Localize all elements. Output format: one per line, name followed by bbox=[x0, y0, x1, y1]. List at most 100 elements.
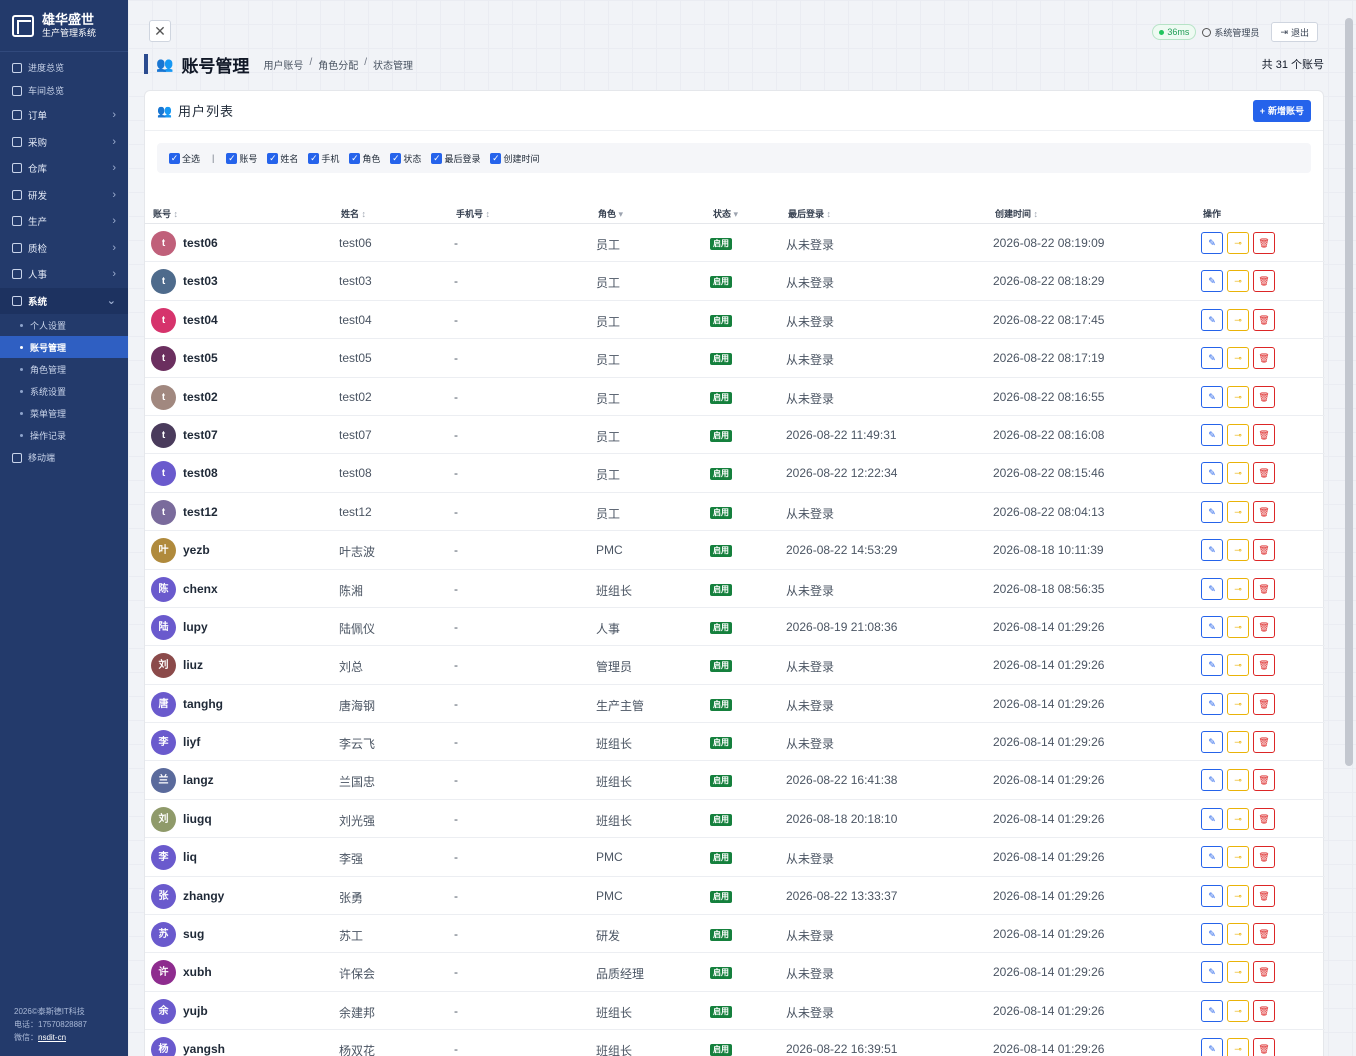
edit-button[interactable]: ✎ bbox=[1201, 692, 1223, 715]
column-checkbox[interactable]: ✓ 手机 bbox=[308, 152, 339, 165]
reset-password-button[interactable]: ⊸ bbox=[1227, 270, 1249, 293]
edit-button[interactable]: ✎ bbox=[1201, 846, 1223, 869]
current-user[interactable]: 系统管理员 bbox=[1202, 26, 1259, 39]
column-header[interactable]: 创建时间 ↕ bbox=[995, 207, 1038, 220]
edit-button[interactable]: ✎ bbox=[1201, 539, 1223, 562]
delete-button[interactable]: 🗑 bbox=[1253, 500, 1275, 523]
edit-button[interactable]: ✎ bbox=[1201, 462, 1223, 485]
edit-button[interactable]: ✎ bbox=[1201, 731, 1223, 754]
delete-button[interactable]: 🗑 bbox=[1253, 731, 1275, 754]
reset-password-button[interactable]: ⊸ bbox=[1227, 807, 1249, 830]
reset-password-button[interactable]: ⊸ bbox=[1227, 654, 1249, 677]
reset-password-button[interactable]: ⊸ bbox=[1227, 923, 1249, 946]
select-all-checkbox[interactable]: ✓ 全选 bbox=[169, 152, 200, 165]
delete-button[interactable]: 🗑 bbox=[1253, 615, 1275, 638]
sidebar-subitem-accounts[interactable]: 账号管理 bbox=[0, 336, 128, 358]
sidebar-item-qc[interactable]: 质检 › bbox=[0, 235, 128, 262]
column-checkbox[interactable]: ✓ 创建时间 bbox=[490, 152, 539, 165]
sidebar-item-hr[interactable]: 人事 › bbox=[0, 261, 128, 288]
wechat-link[interactable]: nsdit-cn bbox=[38, 1033, 66, 1042]
delete-button[interactable]: 🗑 bbox=[1253, 961, 1275, 984]
reset-password-button[interactable]: ⊸ bbox=[1227, 999, 1249, 1022]
sidebar-item-rnd[interactable]: 研发 › bbox=[0, 182, 128, 209]
column-checkbox[interactable]: ✓ 账号 bbox=[226, 152, 257, 165]
reset-password-button[interactable]: ⊸ bbox=[1227, 961, 1249, 984]
reset-password-button[interactable]: ⊸ bbox=[1227, 1038, 1249, 1056]
delete-button[interactable]: 🗑 bbox=[1253, 347, 1275, 370]
edit-button[interactable]: ✎ bbox=[1201, 1038, 1223, 1056]
reset-password-button[interactable]: ⊸ bbox=[1227, 884, 1249, 907]
delete-button[interactable]: 🗑 bbox=[1253, 769, 1275, 792]
reset-password-button[interactable]: ⊸ bbox=[1227, 731, 1249, 754]
delete-button[interactable]: 🗑 bbox=[1253, 462, 1275, 485]
delete-button[interactable]: 🗑 bbox=[1253, 577, 1275, 600]
sidebar-item-progress[interactable]: 进度总览 bbox=[0, 56, 128, 79]
delete-button[interactable]: 🗑 bbox=[1253, 923, 1275, 946]
column-checkbox[interactable]: ✓ 最后登录 bbox=[431, 152, 480, 165]
reset-password-button[interactable]: ⊸ bbox=[1227, 539, 1249, 562]
breadcrumb-item[interactable]: 状态管理 bbox=[373, 57, 413, 72]
close-button[interactable]: ✕ bbox=[149, 20, 171, 42]
edit-button[interactable]: ✎ bbox=[1201, 577, 1223, 600]
reset-password-button[interactable]: ⊸ bbox=[1227, 692, 1249, 715]
delete-button[interactable]: 🗑 bbox=[1253, 539, 1275, 562]
delete-button[interactable]: 🗑 bbox=[1253, 423, 1275, 446]
column-header[interactable]: 账号 ↕ bbox=[153, 207, 178, 220]
delete-button[interactable]: 🗑 bbox=[1253, 270, 1275, 293]
edit-button[interactable]: ✎ bbox=[1201, 654, 1223, 677]
reset-password-button[interactable]: ⊸ bbox=[1227, 232, 1249, 254]
breadcrumb-item[interactable]: 用户账号 bbox=[263, 57, 303, 72]
edit-button[interactable]: ✎ bbox=[1201, 961, 1223, 984]
delete-button[interactable]: 🗑 bbox=[1253, 692, 1275, 715]
column-header[interactable]: 角色 ▾ bbox=[598, 207, 623, 220]
reset-password-button[interactable]: ⊸ bbox=[1227, 347, 1249, 370]
delete-button[interactable]: 🗑 bbox=[1253, 846, 1275, 869]
edit-button[interactable]: ✎ bbox=[1201, 423, 1223, 446]
column-header[interactable]: 姓名 ↕ bbox=[341, 207, 366, 220]
add-account-button[interactable]: + 新增账号 bbox=[1252, 99, 1311, 122]
column-header[interactable]: 状态 ▾ bbox=[713, 207, 738, 220]
edit-button[interactable]: ✎ bbox=[1201, 347, 1223, 370]
edit-button[interactable]: ✎ bbox=[1201, 999, 1223, 1022]
delete-button[interactable]: 🗑 bbox=[1253, 385, 1275, 408]
delete-button[interactable]: 🗑 bbox=[1253, 308, 1275, 331]
delete-button[interactable]: 🗑 bbox=[1253, 884, 1275, 907]
reset-password-button[interactable]: ⊸ bbox=[1227, 385, 1249, 408]
column-checkbox[interactable]: ✓ 角色 bbox=[349, 152, 380, 165]
reset-password-button[interactable]: ⊸ bbox=[1227, 615, 1249, 638]
reset-password-button[interactable]: ⊸ bbox=[1227, 308, 1249, 331]
sidebar-subitem-settings[interactable]: 系统设置 bbox=[0, 380, 128, 402]
reset-password-button[interactable]: ⊸ bbox=[1227, 577, 1249, 600]
edit-button[interactable]: ✎ bbox=[1201, 807, 1223, 830]
reset-password-button[interactable]: ⊸ bbox=[1227, 500, 1249, 523]
edit-button[interactable]: ✎ bbox=[1201, 769, 1223, 792]
sidebar-item-orders[interactable]: 订单 › bbox=[0, 102, 128, 129]
scrollbar[interactable] bbox=[1345, 18, 1353, 766]
delete-button[interactable]: 🗑 bbox=[1253, 654, 1275, 677]
sidebar-subitem-roles[interactable]: 角色管理 bbox=[0, 358, 128, 380]
column-header[interactable]: 最后登录 ↕ bbox=[788, 207, 831, 220]
edit-button[interactable]: ✎ bbox=[1201, 385, 1223, 408]
logout-button[interactable]: ⇥ 退出 bbox=[1271, 22, 1318, 42]
sidebar-subitem-menus[interactable]: 菜单管理 bbox=[0, 402, 128, 424]
sidebar-subitem-logs[interactable]: 操作记录 bbox=[0, 424, 128, 446]
sidebar-subitem-profile[interactable]: 个人设置 bbox=[0, 314, 128, 336]
delete-button[interactable]: 🗑 bbox=[1253, 807, 1275, 830]
delete-button[interactable]: 🗑 bbox=[1253, 232, 1275, 254]
edit-button[interactable]: ✎ bbox=[1201, 884, 1223, 907]
reset-password-button[interactable]: ⊸ bbox=[1227, 423, 1249, 446]
column-checkbox[interactable]: ✓ 姓名 bbox=[267, 152, 298, 165]
edit-button[interactable]: ✎ bbox=[1201, 270, 1223, 293]
edit-button[interactable]: ✎ bbox=[1201, 500, 1223, 523]
column-header[interactable]: 操作 bbox=[1203, 207, 1221, 220]
sidebar-item-warehouse[interactable]: 仓库 › bbox=[0, 155, 128, 182]
reset-password-button[interactable]: ⊸ bbox=[1227, 846, 1249, 869]
sidebar-item-system[interactable]: 系统 ⌄ bbox=[0, 287, 128, 314]
breadcrumb-item[interactable]: 角色分配 bbox=[318, 57, 358, 72]
column-checkbox[interactable]: ✓ 状态 bbox=[390, 152, 421, 165]
edit-button[interactable]: ✎ bbox=[1201, 615, 1223, 638]
sidebar-item-production[interactable]: 生产 › bbox=[0, 208, 128, 235]
edit-button[interactable]: ✎ bbox=[1201, 923, 1223, 946]
edit-button[interactable]: ✎ bbox=[1201, 308, 1223, 331]
delete-button[interactable]: 🗑 bbox=[1253, 1038, 1275, 1056]
